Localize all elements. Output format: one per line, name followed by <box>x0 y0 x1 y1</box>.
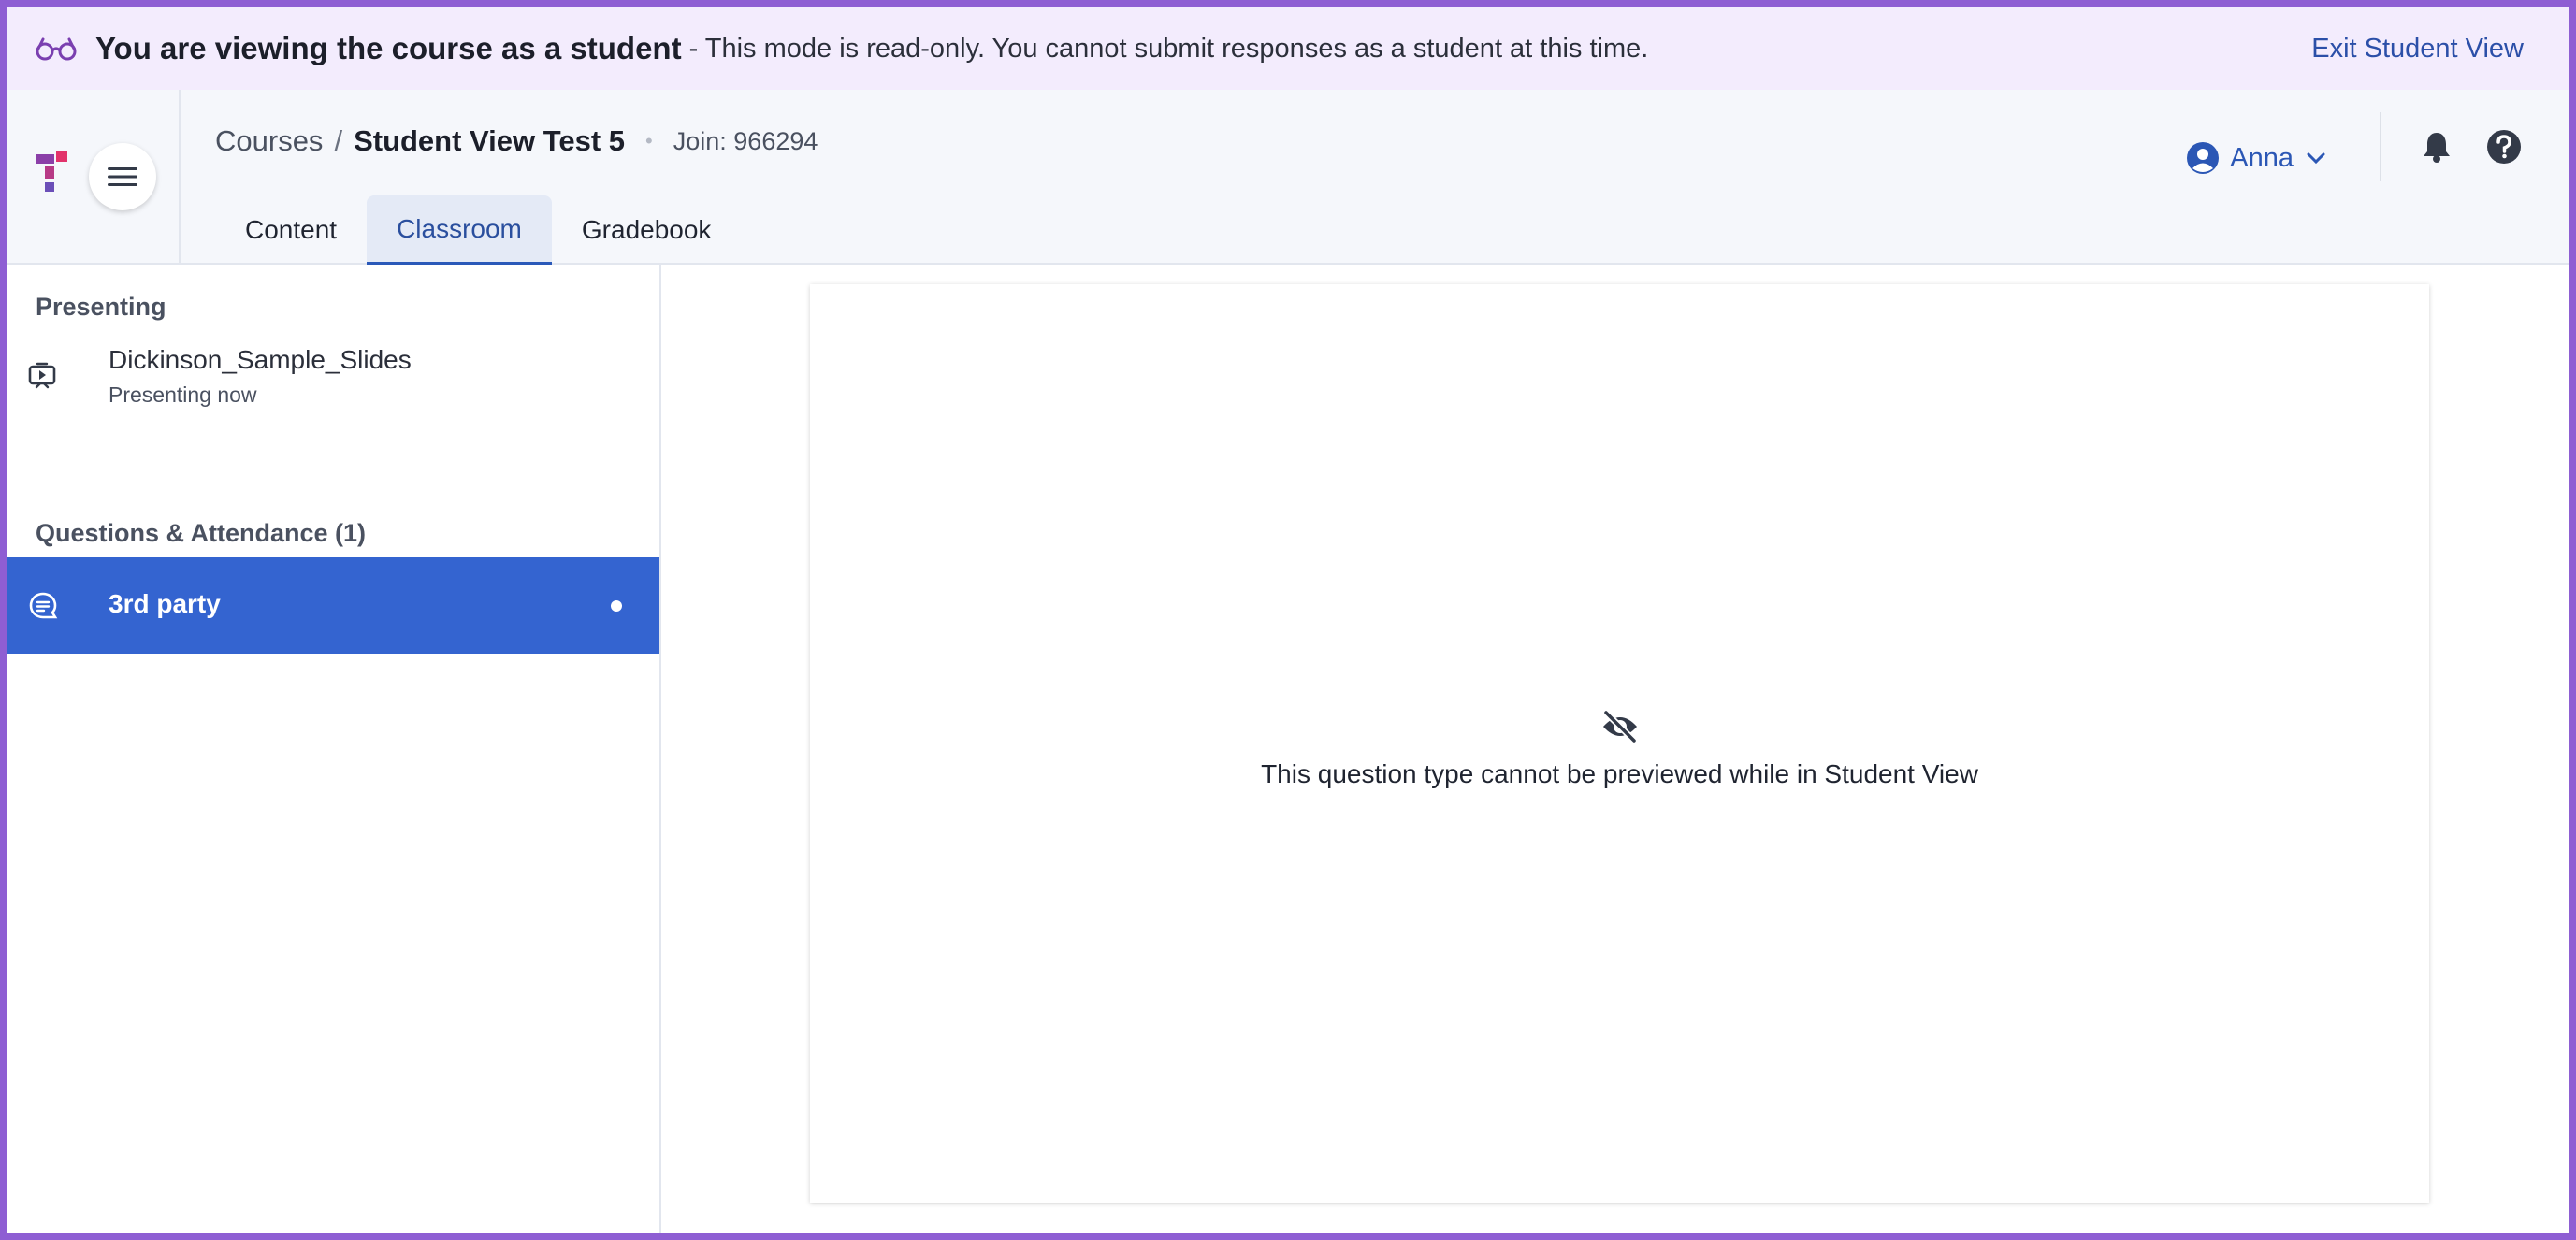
breadcrumb: Courses / Student View Test 5 • Join: 96… <box>215 118 818 165</box>
help-icon[interactable] <box>2486 129 2522 165</box>
classroom-sidebar: Presenting Dickinson_Sample_Slides Prese… <box>7 265 661 1233</box>
preview-unavailable-text: This question type cannot be previewed w… <box>1261 759 1978 788</box>
app-frame: You are viewing the course as a student … <box>7 7 2569 1233</box>
preview-unavailable-message: This question type cannot be previewed w… <box>810 711 2429 789</box>
logo-column <box>7 90 181 265</box>
presentation-icon <box>28 362 56 389</box>
breadcrumb-dot: • <box>645 129 653 152</box>
chevron-down-icon <box>2307 152 2325 165</box>
bell-icon[interactable] <box>2422 131 2452 163</box>
glasses-icon <box>36 37 77 61</box>
breadcrumb-courses-link[interactable]: Courses <box>215 124 323 158</box>
app-logo <box>36 151 67 192</box>
course-tabs: Content Classroom Gradebook <box>215 195 741 265</box>
banner-heading: You are viewing the course as a student <box>95 31 682 65</box>
eye-off-icon <box>1602 711 1637 743</box>
header-divider <box>2380 112 2381 181</box>
presenting-item-title: Dickinson_Sample_Slides <box>109 345 412 374</box>
user-avatar-icon <box>2187 142 2220 174</box>
presenting-item-subtitle: Presenting now <box>109 382 257 407</box>
course-header: Courses / Student View Test 5 • Join: 96… <box>7 90 2569 265</box>
hamburger-menu-button[interactable] <box>89 143 156 210</box>
exit-student-view-link[interactable]: Exit Student View <box>2311 7 2524 90</box>
main-content: This question type cannot be previewed w… <box>661 265 2569 1233</box>
user-menu[interactable]: Anna <box>2187 125 2325 191</box>
tab-gradebook[interactable]: Gradebook <box>552 195 742 265</box>
presenting-item[interactable]: Dickinson_Sample_Slides Presenting now <box>7 339 659 424</box>
questions-section-title: Questions & Attendance (1) <box>36 519 367 547</box>
join-code: Join: 966294 <box>673 126 818 155</box>
hamburger-icon <box>108 167 137 186</box>
question-item-3rd-party[interactable]: 3rd party <box>7 557 659 654</box>
question-bubble-icon <box>29 592 58 619</box>
student-view-banner: You are viewing the course as a student … <box>7 7 2569 90</box>
course-title: Student View Test 5 <box>354 124 626 157</box>
tab-classroom[interactable]: Classroom <box>367 195 552 265</box>
question-item-label: 3rd party <box>109 589 221 618</box>
active-indicator-dot <box>611 600 622 612</box>
presenting-section-title: Presenting <box>36 293 166 321</box>
breadcrumb-separator: / <box>334 124 343 157</box>
tab-content[interactable]: Content <box>215 195 367 265</box>
question-preview-card: This question type cannot be previewed w… <box>810 284 2429 1203</box>
user-name: Anna <box>2230 142 2294 173</box>
banner-message: - This mode is read-only. You cannot sub… <box>688 33 1649 64</box>
